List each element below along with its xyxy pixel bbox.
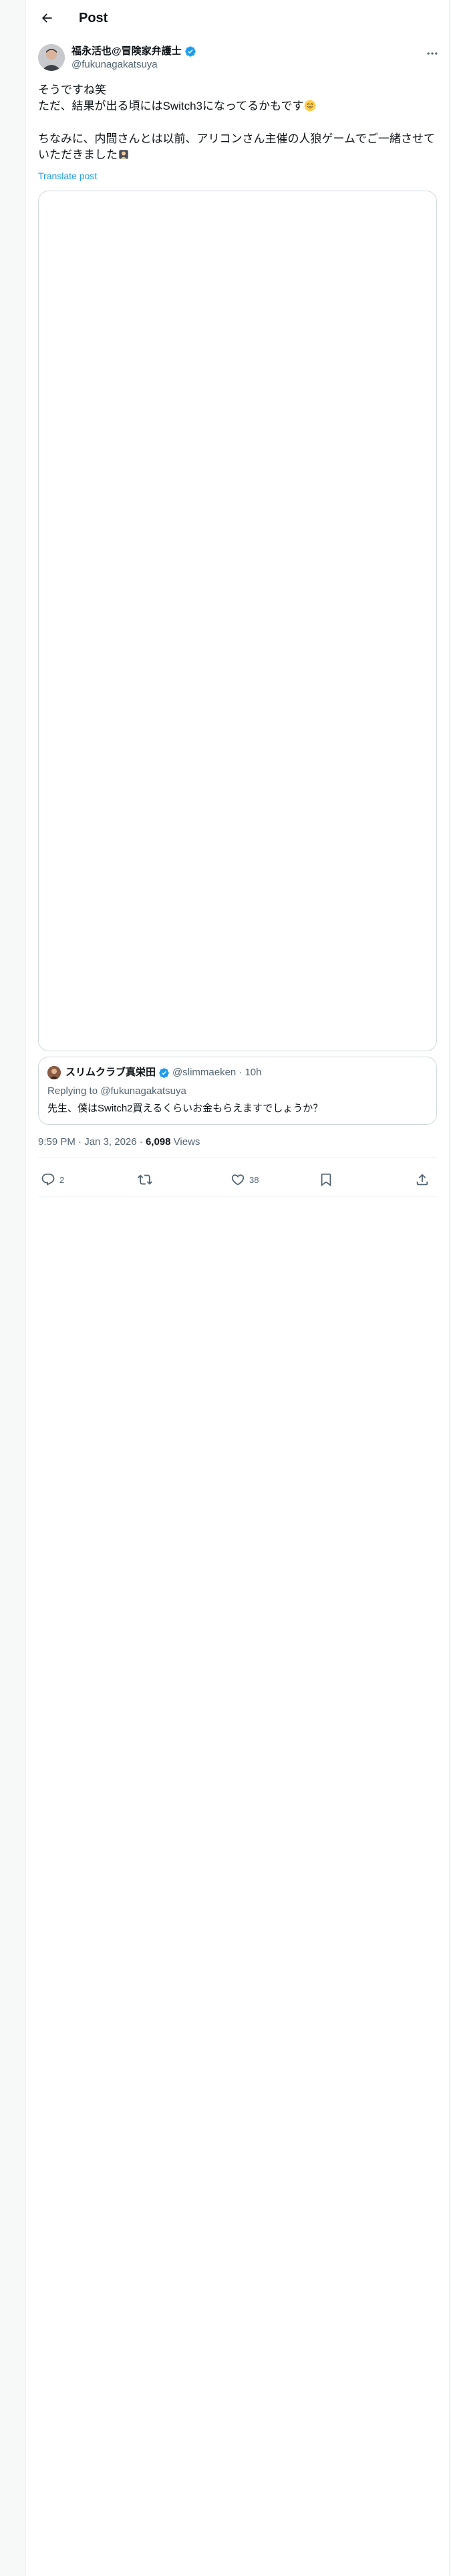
more-button[interactable] [424, 45, 440, 62]
replying-prefix: Replying to [47, 1085, 98, 1097]
back-button[interactable] [35, 7, 58, 29]
replying-handle-link[interactable]: @fukunagakatsuya [100, 1085, 186, 1097]
tweet-line: そうですね笑 [38, 84, 106, 96]
verified-badge-icon [184, 45, 196, 58]
reply-count: 2 [59, 1174, 65, 1185]
verified-badge-icon [158, 1067, 170, 1079]
post-column: Post 福永活也@冒険家弁護士 @fukunagakatsuya そうですね笑… [25, 0, 450, 2576]
tweet-line-with-emoji: ちなみに、内間さんとは以前、アリコンさん主催の人狼ゲームでご一緒させていただきま… [38, 131, 439, 164]
more-icon [426, 47, 439, 60]
like-icon [231, 1172, 245, 1187]
back-arrow-icon [40, 11, 53, 25]
bookmark-button[interactable] [319, 1172, 333, 1187]
quoted-author-name[interactable]: スリムクラブ真栄田 [65, 1066, 156, 1079]
reply-button[interactable]: 2 [41, 1172, 64, 1187]
author-handle[interactable]: @fukunagakatsuya [71, 59, 158, 71]
action-bar: 2 38 [38, 1164, 437, 1196]
like-count: 38 [249, 1174, 259, 1185]
repost-button[interactable] [138, 1172, 156, 1187]
replying-to: Replying to @fukunagakatsuya [47, 1085, 186, 1098]
post-meta: 9:59 PM · Jan 3, 2026 · 6,098 Views [38, 1136, 200, 1149]
bookmark-icon [319, 1172, 333, 1187]
divider [38, 1157, 437, 1158]
repost-icon [138, 1172, 152, 1187]
views-count: 6,098 [145, 1136, 171, 1148]
post-timestamp[interactable]: 9:59 PM · Jan 3, 2026 · [38, 1136, 143, 1148]
tweet-line-text: ちなみに、内間さんとは以前、アリコンさん主催の人狼ゲームでご一緒させていただきま… [38, 132, 435, 161]
quoted-author-handle[interactable]: @slimmaeken [172, 1066, 236, 1079]
translate-post-link[interactable]: Translate post [38, 170, 97, 182]
share-button[interactable] [415, 1172, 430, 1187]
tweet-blank-line [38, 115, 439, 131]
quoted-text: 先生、僕はSwitch2買えるくらいお金もらえますでしょうか？ [47, 1103, 323, 1114]
media-card[interactable] [38, 191, 437, 1051]
tweet-line-text: ただ、結果が出る頃にはSwitch3になってるかもです [38, 100, 304, 112]
quoted-author-row: スリムクラブ真栄田 @slimmaeken · 10h [65, 1066, 261, 1079]
author-name[interactable]: 福永活也@冒険家弁護士 [71, 45, 182, 58]
grinning-emoji-icon [303, 99, 317, 115]
man-emoji-icon [118, 148, 130, 164]
share-icon [415, 1172, 430, 1187]
author-avatar[interactable] [38, 44, 65, 71]
like-button[interactable]: 38 [231, 1172, 259, 1187]
tweet-line-with-emoji: ただ、結果が出る頃にはSwitch3になってるかもです [38, 98, 439, 115]
page-title: Post [79, 11, 108, 25]
reply-icon [41, 1172, 55, 1187]
author-name-row[interactable]: 福永活也@冒険家弁護士 [71, 45, 196, 58]
quoted-tweet[interactable]: スリムクラブ真栄田 @slimmaeken · 10h Replying to … [38, 1057, 437, 1125]
views-label: Views [173, 1136, 200, 1148]
quoted-author-avatar[interactable] [47, 1066, 61, 1079]
quoted-time: · 10h [239, 1067, 262, 1078]
divider [38, 1196, 437, 1197]
tweet-text: そうですね笑 ただ、結果が出る頃にはSwitch3になってるかもです ちなみに、… [38, 82, 439, 164]
header: Post [26, 0, 449, 35]
